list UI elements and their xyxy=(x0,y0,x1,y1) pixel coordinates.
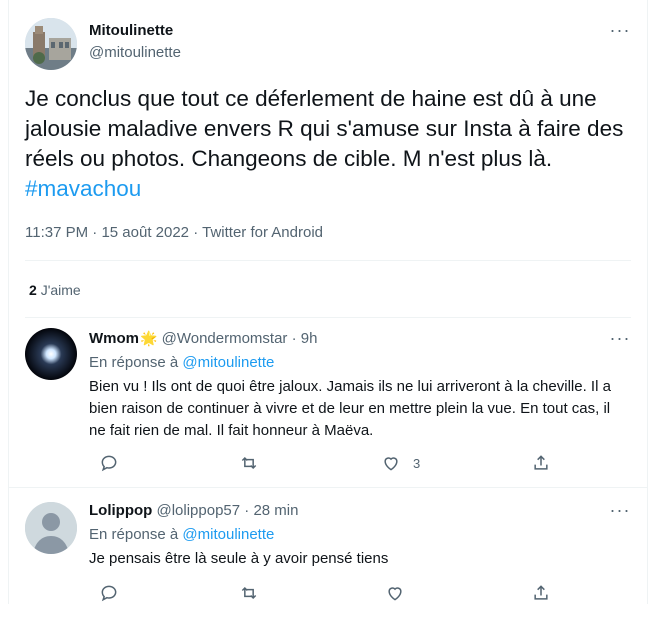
likes-stat[interactable]: 2 J'aime xyxy=(29,282,81,298)
share-icon xyxy=(534,585,548,600)
reply-text: Je pensais être là seule à y avoir pensé… xyxy=(89,550,389,567)
mention-link[interactable]: @mitoulinette xyxy=(182,354,274,371)
share-icon xyxy=(534,455,548,470)
author-handle[interactable]: @mitoulinette xyxy=(89,44,181,61)
reply-button[interactable] xyxy=(99,582,119,604)
like-count: 3 xyxy=(413,455,421,471)
likes-count: 2 xyxy=(29,282,37,298)
likes-label: J'aime xyxy=(40,282,81,298)
in-reply-prefix: En réponse à xyxy=(89,526,179,543)
main-avatar[interactable] xyxy=(25,18,77,70)
reply-age[interactable]: 9h xyxy=(301,330,318,347)
mention-link[interactable]: @mitoulinette xyxy=(182,526,274,543)
more-icon[interactable]: ··· xyxy=(605,329,635,352)
reply-author-handle[interactable]: @Wondermomstar xyxy=(162,330,288,347)
in-reply-prefix: En réponse à xyxy=(89,354,179,371)
reply-author-name[interactable]: Lolippop xyxy=(89,502,152,519)
retweet-button[interactable] xyxy=(239,582,259,604)
more-icon[interactable]: ··· xyxy=(605,501,635,524)
reply-avatar-default[interactable] xyxy=(25,502,77,554)
retweet-icon xyxy=(241,586,257,600)
divider xyxy=(25,260,631,261)
tweet-body: Je conclus que tout ce déferlement de ha… xyxy=(25,86,624,171)
reply-age[interactable]: 28 min xyxy=(253,502,298,519)
like-icon xyxy=(388,587,402,601)
reply-tweet[interactable]: Wmom🌟 @Wondermomstar · 9h ··· En réponse… xyxy=(9,318,647,488)
reply-avatar[interactable] xyxy=(25,328,77,380)
reply-tweet[interactable]: Lolippop @lolippop57 · 28 min ··· En rép… xyxy=(9,488,647,604)
reply-author-name[interactable]: Wmom xyxy=(89,330,139,347)
handle-dot: · xyxy=(291,330,297,347)
reply-author-handle[interactable]: @lolippop57 xyxy=(156,502,240,519)
hashtag-link[interactable]: #mavachou xyxy=(25,176,141,201)
tweet-thread: Mitoulinette @mitoulinette ··· Je conclu… xyxy=(8,0,648,604)
share-button[interactable] xyxy=(531,452,551,474)
tweet-text: Je conclus que tout ce déferlement de ha… xyxy=(25,84,633,204)
meta-dot: · xyxy=(92,224,98,241)
reply-icon xyxy=(101,455,117,472)
star-badge-icon: 🌟 xyxy=(140,330,158,346)
reply-author[interactable]: Wmom🌟 @Wondermomstar · 9h xyxy=(89,330,317,347)
tweet-date[interactable]: 15 août 2022 xyxy=(101,224,189,241)
reply-actions: 3 xyxy=(89,452,559,474)
like-button[interactable] xyxy=(385,582,405,604)
reply-actions xyxy=(89,582,559,604)
in-reply-to: En réponse à @mitoulinette xyxy=(89,526,274,543)
author-name[interactable]: Mitoulinette xyxy=(89,22,173,39)
reply-text: Bien vu ! Ils ont de quoi être jaloux. J… xyxy=(89,378,611,439)
reply-icon xyxy=(101,585,117,602)
main-tweet: Mitoulinette @mitoulinette ··· Je conclu… xyxy=(9,0,647,318)
tweet-meta: 11:37 PM · 15 août 2022 · Twitter for An… xyxy=(25,224,323,241)
handle-dot: · xyxy=(244,502,250,519)
in-reply-to: En réponse à @mitoulinette xyxy=(89,354,274,371)
like-icon xyxy=(384,457,398,471)
retweet-icon xyxy=(241,456,257,470)
retweet-button[interactable] xyxy=(239,452,259,474)
like-button[interactable]: 3 xyxy=(381,452,420,474)
meta-dot: · xyxy=(193,224,199,241)
reply-author[interactable]: Lolippop @lolippop57 · 28 min xyxy=(89,502,298,519)
more-icon[interactable]: ··· xyxy=(605,21,635,44)
share-button[interactable] xyxy=(531,582,551,604)
reply-button[interactable] xyxy=(99,452,119,474)
tweet-source[interactable]: Twitter for Android xyxy=(202,224,323,241)
tweet-time[interactable]: 11:37 PM xyxy=(25,224,88,241)
